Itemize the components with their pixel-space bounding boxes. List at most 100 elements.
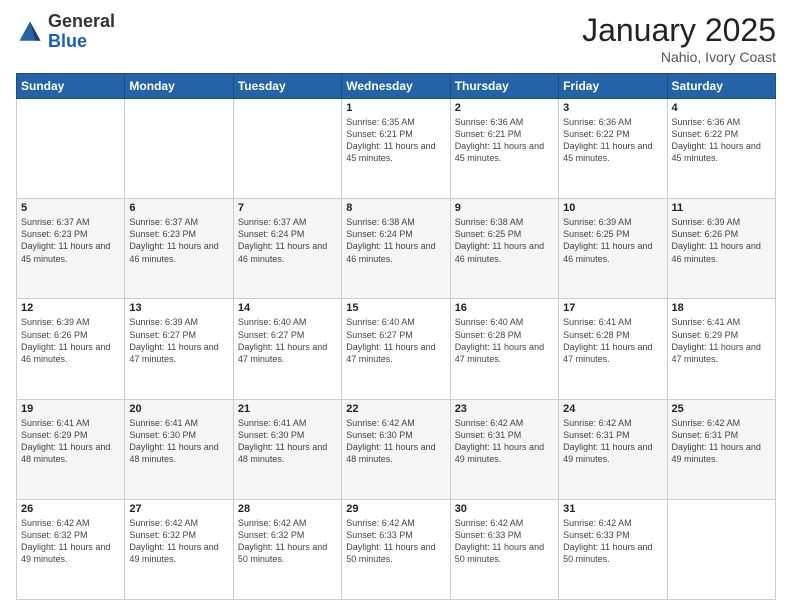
col-monday: Monday xyxy=(125,74,233,99)
day-info: Sunrise: 6:42 AMSunset: 6:31 PMDaylight:… xyxy=(455,417,554,466)
day-info: Sunrise: 6:36 AMSunset: 6:21 PMDaylight:… xyxy=(455,116,554,165)
table-row: 1 Sunrise: 6:35 AMSunset: 6:21 PMDaylight… xyxy=(342,99,450,199)
table-row: 22 Sunrise: 6:42 AMSunset: 6:30 PMDayligh… xyxy=(342,399,450,499)
day-number: 7 xyxy=(238,202,337,214)
logo-blue-text: Blue xyxy=(48,32,115,52)
day-number: 18 xyxy=(672,302,771,314)
day-number: 1 xyxy=(346,102,445,114)
day-info: Sunrise: 6:42 AMSunset: 6:32 PMDaylight:… xyxy=(238,517,337,566)
table-row xyxy=(667,499,775,599)
table-row xyxy=(125,99,233,199)
day-info: Sunrise: 6:37 AMSunset: 6:24 PMDaylight:… xyxy=(238,216,337,265)
day-number: 10 xyxy=(563,202,662,214)
table-row: 21 Sunrise: 6:41 AMSunset: 6:30 PMDayligh… xyxy=(233,399,341,499)
day-number: 22 xyxy=(346,403,445,415)
table-row: 20 Sunrise: 6:41 AMSunset: 6:30 PMDayligh… xyxy=(125,399,233,499)
day-number: 15 xyxy=(346,302,445,314)
day-number: 13 xyxy=(129,302,228,314)
day-info: Sunrise: 6:39 AMSunset: 6:26 PMDaylight:… xyxy=(21,316,120,365)
table-row: 27 Sunrise: 6:42 AMSunset: 6:32 PMDayligh… xyxy=(125,499,233,599)
table-row: 2 Sunrise: 6:36 AMSunset: 6:21 PMDaylight… xyxy=(450,99,558,199)
day-info: Sunrise: 6:42 AMSunset: 6:32 PMDaylight:… xyxy=(129,517,228,566)
day-number: 8 xyxy=(346,202,445,214)
table-row xyxy=(233,99,341,199)
title-block: January 2025 Nahio, Ivory Coast xyxy=(582,12,776,65)
day-number: 9 xyxy=(455,202,554,214)
day-info: Sunrise: 6:40 AMSunset: 6:28 PMDaylight:… xyxy=(455,316,554,365)
day-number: 6 xyxy=(129,202,228,214)
day-info: Sunrise: 6:36 AMSunset: 6:22 PMDaylight:… xyxy=(672,116,771,165)
day-number: 5 xyxy=(21,202,120,214)
table-row: 17 Sunrise: 6:41 AMSunset: 6:28 PMDayligh… xyxy=(559,299,667,399)
day-info: Sunrise: 6:40 AMSunset: 6:27 PMDaylight:… xyxy=(238,316,337,365)
day-info: Sunrise: 6:42 AMSunset: 6:32 PMDaylight:… xyxy=(21,517,120,566)
day-info: Sunrise: 6:37 AMSunset: 6:23 PMDaylight:… xyxy=(21,216,120,265)
table-row: 14 Sunrise: 6:40 AMSunset: 6:27 PMDayligh… xyxy=(233,299,341,399)
logo-icon xyxy=(16,18,44,46)
day-info: Sunrise: 6:39 AMSunset: 6:25 PMDaylight:… xyxy=(563,216,662,265)
calendar-header-row: Sunday Monday Tuesday Wednesday Thursday… xyxy=(17,74,776,99)
table-row: 26 Sunrise: 6:42 AMSunset: 6:32 PMDayligh… xyxy=(17,499,125,599)
day-info: Sunrise: 6:42 AMSunset: 6:33 PMDaylight:… xyxy=(563,517,662,566)
day-number: 30 xyxy=(455,503,554,515)
day-number: 28 xyxy=(238,503,337,515)
header: General Blue January 2025 Nahio, Ivory C… xyxy=(16,12,776,65)
calendar-week-row: 1 Sunrise: 6:35 AMSunset: 6:21 PMDaylight… xyxy=(17,99,776,199)
subtitle: Nahio, Ivory Coast xyxy=(582,49,776,65)
table-row: 18Sunrise: 6:41 AMSunset: 6:29 PMDayligh… xyxy=(667,299,775,399)
day-number: 4 xyxy=(672,102,771,114)
table-row: 11Sunrise: 6:39 AMSunset: 6:26 PMDayligh… xyxy=(667,199,775,299)
day-info: Sunrise: 6:38 AMSunset: 6:24 PMDaylight:… xyxy=(346,216,445,265)
day-info: Sunrise: 6:40 AMSunset: 6:27 PMDaylight:… xyxy=(346,316,445,365)
day-number: 21 xyxy=(238,403,337,415)
table-row: 30 Sunrise: 6:42 AMSunset: 6:33 PMDayligh… xyxy=(450,499,558,599)
day-info: Sunrise: 6:35 AMSunset: 6:21 PMDaylight:… xyxy=(346,116,445,165)
day-info: Sunrise: 6:42 AMSunset: 6:33 PMDaylight:… xyxy=(455,517,554,566)
table-row: 31 Sunrise: 6:42 AMSunset: 6:33 PMDayligh… xyxy=(559,499,667,599)
col-saturday: Saturday xyxy=(667,74,775,99)
table-row: 28 Sunrise: 6:42 AMSunset: 6:32 PMDayligh… xyxy=(233,499,341,599)
day-number: 24 xyxy=(563,403,662,415)
col-sunday: Sunday xyxy=(17,74,125,99)
day-number: 2 xyxy=(455,102,554,114)
table-row: 3 Sunrise: 6:36 AMSunset: 6:22 PMDaylight… xyxy=(559,99,667,199)
logo: General Blue xyxy=(16,12,115,52)
table-row: 8 Sunrise: 6:38 AMSunset: 6:24 PMDaylight… xyxy=(342,199,450,299)
day-info: Sunrise: 6:41 AMSunset: 6:28 PMDaylight:… xyxy=(563,316,662,365)
day-info: Sunrise: 6:38 AMSunset: 6:25 PMDaylight:… xyxy=(455,216,554,265)
day-info: Sunrise: 6:41 AMSunset: 6:30 PMDaylight:… xyxy=(238,417,337,466)
day-number: 16 xyxy=(455,302,554,314)
day-info: Sunrise: 6:42 AMSunset: 6:31 PMDaylight:… xyxy=(672,417,771,466)
col-wednesday: Wednesday xyxy=(342,74,450,99)
day-info: Sunrise: 6:41 AMSunset: 6:30 PMDaylight:… xyxy=(129,417,228,466)
col-thursday: Thursday xyxy=(450,74,558,99)
day-number: 26 xyxy=(21,503,120,515)
day-number: 25 xyxy=(672,403,771,415)
table-row: 23Sunrise: 6:42 AMSunset: 6:31 PMDayligh… xyxy=(450,399,558,499)
day-number: 3 xyxy=(563,102,662,114)
day-number: 31 xyxy=(563,503,662,515)
calendar-week-row: 5 Sunrise: 6:37 AMSunset: 6:23 PMDaylight… xyxy=(17,199,776,299)
month-title: January 2025 xyxy=(582,12,776,49)
day-info: Sunrise: 6:37 AMSunset: 6:23 PMDaylight:… xyxy=(129,216,228,265)
calendar-table: Sunday Monday Tuesday Wednesday Thursday… xyxy=(16,73,776,600)
table-row: 10 Sunrise: 6:39 AMSunset: 6:25 PMDayligh… xyxy=(559,199,667,299)
table-row xyxy=(17,99,125,199)
page: General Blue January 2025 Nahio, Ivory C… xyxy=(0,0,792,612)
table-row: 7 Sunrise: 6:37 AMSunset: 6:24 PMDaylight… xyxy=(233,199,341,299)
table-row: 25 Sunrise: 6:42 AMSunset: 6:31 PMDayligh… xyxy=(667,399,775,499)
table-row: 15 Sunrise: 6:40 AMSunset: 6:27 PMDayligh… xyxy=(342,299,450,399)
day-number: 27 xyxy=(129,503,228,515)
day-info: Sunrise: 6:42 AMSunset: 6:30 PMDaylight:… xyxy=(346,417,445,466)
day-number: 29 xyxy=(346,503,445,515)
table-row: 4 Sunrise: 6:36 AMSunset: 6:22 PMDaylight… xyxy=(667,99,775,199)
calendar-week-row: 26 Sunrise: 6:42 AMSunset: 6:32 PMDayligh… xyxy=(17,499,776,599)
table-row: 13Sunrise: 6:39 AMSunset: 6:27 PMDayligh… xyxy=(125,299,233,399)
table-row: 19Sunrise: 6:41 AMSunset: 6:29 PMDayligh… xyxy=(17,399,125,499)
day-info: Sunrise: 6:42 AMSunset: 6:31 PMDaylight:… xyxy=(563,417,662,466)
day-number: 19 xyxy=(21,403,120,415)
day-number: 20 xyxy=(129,403,228,415)
day-number: 14 xyxy=(238,302,337,314)
day-number: 17 xyxy=(563,302,662,314)
day-info: Sunrise: 6:36 AMSunset: 6:22 PMDaylight:… xyxy=(563,116,662,165)
